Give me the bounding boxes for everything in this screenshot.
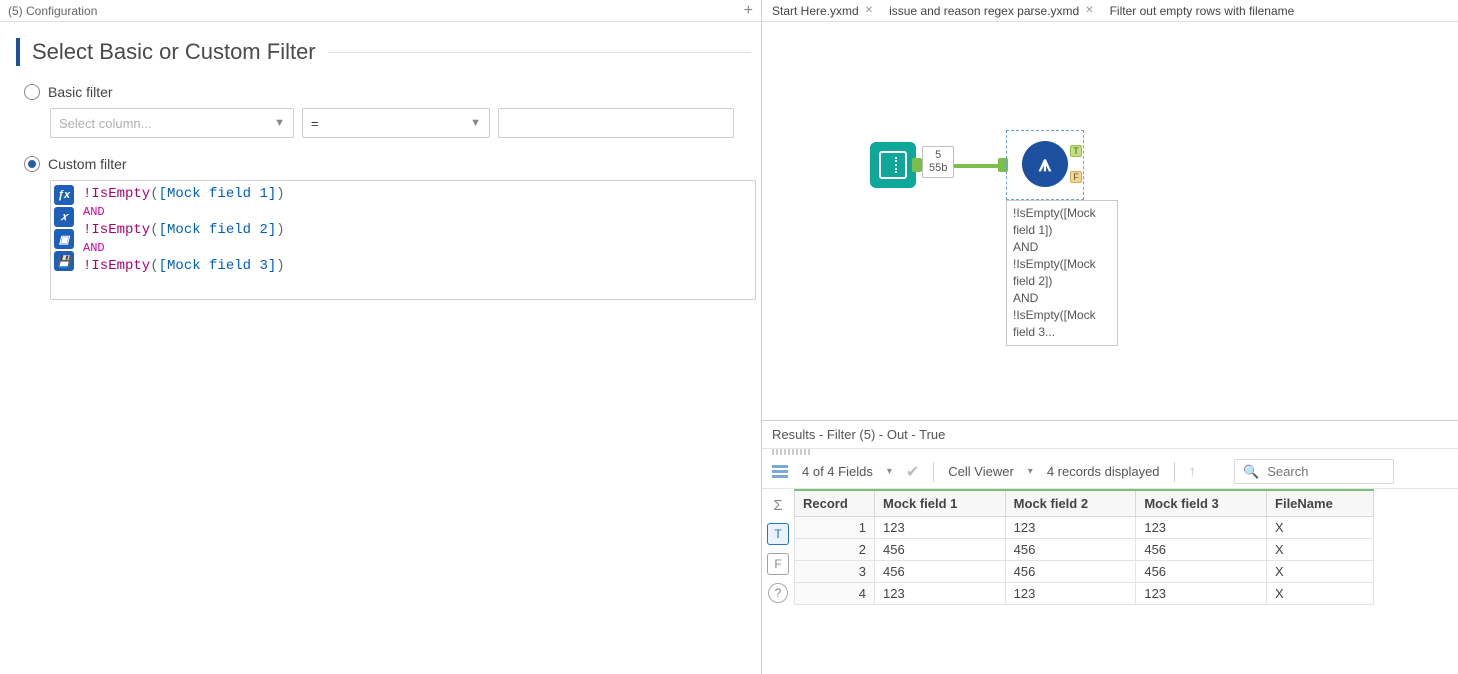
up-arrow-icon[interactable]: ↑: [1189, 463, 1197, 480]
filter-tool-icon: ⩚: [1039, 151, 1051, 177]
connection-badge[interactable]: 5 55b: [922, 146, 954, 178]
tab-start-here[interactable]: Start Here.yxmd ✕: [766, 4, 879, 18]
section-heading: Select Basic or Custom Filter: [6, 38, 751, 66]
workflow-tabs: Start Here.yxmd ✕ issue and reason regex…: [762, 0, 1458, 22]
basic-filter-radio[interactable]: Basic filter: [24, 84, 751, 100]
caret-down-icon[interactable]: ▾: [1028, 466, 1033, 477]
search-icon: 🔍: [1243, 464, 1259, 480]
right-side: Start Here.yxmd ✕ issue and reason regex…: [762, 0, 1458, 674]
config-body: Select Basic or Custom Filter Basic filt…: [0, 22, 761, 674]
col-mock3[interactable]: Mock field 3: [1136, 490, 1267, 517]
filter-annotation: !IsEmpty([Mock field 1]) AND !IsEmpty([M…: [1006, 200, 1118, 346]
results-grid[interactable]: Record Mock field 1 Mock field 2 Mock fi…: [794, 489, 1458, 674]
config-header: (5) Configuration +: [0, 0, 761, 22]
results-side-icons: Σ T F ?: [762, 489, 794, 674]
custom-filter-label: Custom filter: [48, 156, 127, 172]
column-select[interactable]: Select column... ▼: [50, 108, 294, 138]
chevron-down-icon: ▼: [274, 117, 285, 129]
filter-tool-node[interactable]: ⩚ T F: [1022, 141, 1068, 187]
radio-checked-icon: [24, 156, 40, 172]
expression-toolbar: ƒx 𝑥 ▣ 💾: [51, 181, 77, 299]
add-icon[interactable]: +: [744, 2, 753, 20]
operator-value: =: [311, 116, 319, 131]
tab-regex-parse[interactable]: issue and reason regex parse.yxmd ✕: [883, 4, 1100, 18]
separator: [933, 462, 934, 482]
save-button[interactable]: 💾: [54, 251, 74, 271]
folder-button[interactable]: ▣: [54, 229, 74, 249]
col-record[interactable]: Record: [795, 490, 875, 517]
chevron-down-icon: ▼: [470, 117, 481, 129]
workflow-canvas[interactable]: 5 55b ⩚ T F !IsEmpty([Mock field 1]) AND…: [762, 22, 1458, 420]
custom-filter-radio[interactable]: Custom filter: [24, 156, 751, 172]
expression-editor[interactable]: ƒx 𝑥 ▣ 💾 !IsEmpty([Mock field 1]) AND !I…: [50, 180, 756, 300]
close-icon[interactable]: ✕: [1085, 5, 1093, 16]
table-row[interactable]: 4 123 123 123 X: [795, 583, 1374, 605]
cell-viewer-label[interactable]: Cell Viewer: [948, 464, 1014, 479]
false-output-button[interactable]: F: [767, 553, 789, 575]
results-table: Record Mock field 1 Mock field 2 Mock fi…: [794, 489, 1374, 605]
value-input[interactable]: [498, 108, 734, 138]
fx-button[interactable]: ƒx: [54, 185, 74, 205]
fields-summary[interactable]: 4 of 4 Fields: [802, 464, 873, 479]
operator-select[interactable]: = ▼: [302, 108, 490, 138]
results-toolbar: 4 of 4 Fields ▾ ✔ Cell Viewer ▾ 4 record…: [762, 455, 1458, 489]
search-input[interactable]: [1265, 463, 1385, 480]
records-summary: 4 records displayed: [1047, 464, 1160, 479]
expression-text[interactable]: !IsEmpty([Mock field 1]) AND !IsEmpty([M…: [77, 181, 755, 299]
anchor-true[interactable]: T: [1070, 145, 1082, 157]
heading-accent: [16, 38, 20, 66]
true-output-button[interactable]: T: [767, 523, 789, 545]
heading-title: Select Basic or Custom Filter: [32, 39, 316, 65]
variable-button[interactable]: 𝑥: [54, 207, 74, 227]
col-filename[interactable]: FileName: [1267, 490, 1374, 517]
tab-filter-out[interactable]: Filter out empty rows with filename: [1104, 4, 1301, 18]
sigma-icon[interactable]: Σ: [768, 495, 788, 515]
radio-unchecked-icon: [24, 84, 40, 100]
app-root: (5) Configuration + Select Basic or Cust…: [0, 0, 1458, 674]
table-row[interactable]: 1 123 123 123 X: [795, 517, 1374, 539]
filter-tool-selection[interactable]: ⩚ T F: [1006, 130, 1084, 200]
heading-divider: [328, 52, 751, 53]
input-tool-node[interactable]: [870, 142, 916, 188]
layout-icon[interactable]: [772, 465, 788, 478]
basic-filter-controls: Select column... ▼ = ▼: [50, 108, 751, 138]
col-mock1[interactable]: Mock field 1: [875, 490, 1006, 517]
input-tool-icon: [879, 151, 907, 179]
close-icon[interactable]: ✕: [865, 5, 873, 16]
table-row[interactable]: 3 456 456 456 X: [795, 561, 1374, 583]
basic-filter-label: Basic filter: [48, 84, 113, 100]
caret-down-icon[interactable]: ▾: [887, 466, 892, 477]
results-body: Σ T F ? Record Mock field 1 Mock field 2…: [762, 489, 1458, 674]
table-row[interactable]: 2 456 456 456 X: [795, 539, 1374, 561]
config-header-label: (5) Configuration: [8, 4, 97, 18]
config-panel: (5) Configuration + Select Basic or Cust…: [0, 0, 762, 674]
col-mock2[interactable]: Mock field 2: [1005, 490, 1136, 517]
anchor-false[interactable]: F: [1070, 171, 1082, 183]
search-box[interactable]: 🔍: [1234, 459, 1394, 484]
help-icon[interactable]: ?: [768, 583, 788, 603]
results-title: Results - Filter (5) - Out - True: [762, 421, 1458, 449]
results-panel: Results - Filter (5) - Out - True 4 of 4…: [762, 420, 1458, 674]
separator: [1174, 462, 1175, 482]
column-placeholder: Select column...: [59, 116, 152, 131]
check-icon[interactable]: ✔: [906, 462, 919, 482]
